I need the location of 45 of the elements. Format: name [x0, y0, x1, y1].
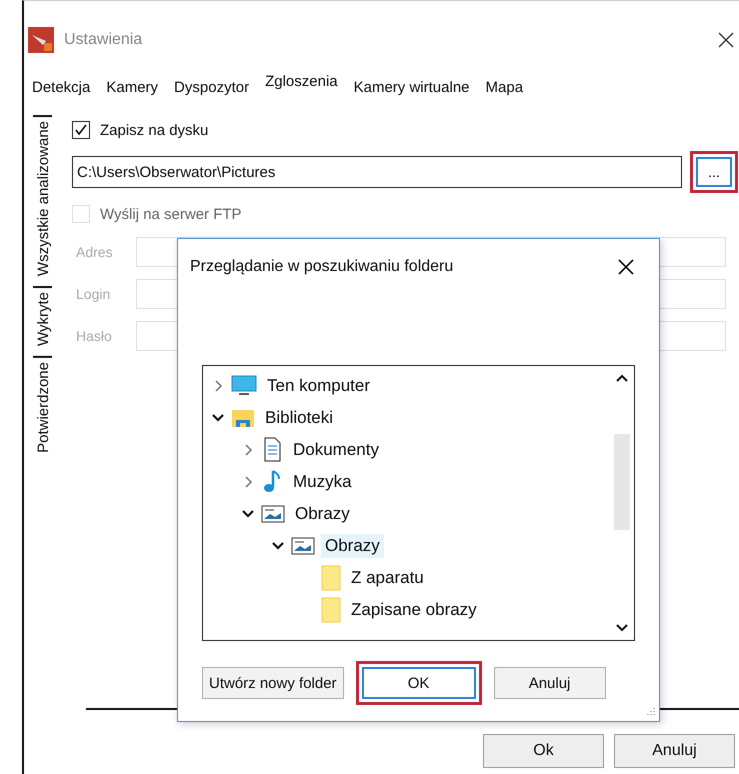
scroll-up-icon[interactable]	[616, 374, 628, 382]
vertical-tab[interactable]: Potwierdzone	[32, 356, 52, 457]
dialog-button[interactable]: OK	[362, 667, 476, 699]
picture-icon	[291, 536, 315, 556]
music-note-icon	[261, 469, 283, 495]
tree-item[interactable]: Obrazy	[291, 502, 354, 526]
folder-icon	[321, 597, 341, 623]
vertical-tab[interactable]: Wykryte	[32, 286, 52, 350]
dialog-button[interactable]: Anuluj	[494, 667, 606, 699]
close-icon[interactable]	[617, 258, 635, 276]
dialog-button[interactable]: Utwórz nowy folder	[202, 667, 344, 699]
field-label: Login	[76, 286, 112, 302]
checkbox-label: Wyślij na serwer FTP	[100, 206, 242, 222]
checkbox-label: Zapisz na dysku	[100, 122, 208, 138]
tab[interactable]: Mapa	[478, 74, 532, 96]
dialog-button[interactable]: Anuluj	[614, 734, 735, 768]
app-logo-icon	[28, 27, 54, 53]
field-label: Hasło	[76, 328, 113, 344]
computer-icon	[231, 375, 257, 397]
picture-icon	[261, 504, 285, 524]
scrollbar-thumb[interactable]	[614, 434, 630, 530]
tree-item[interactable]: Obrazy	[321, 534, 384, 558]
checkbox[interactable]	[72, 121, 90, 139]
tab[interactable]: Kamery wirtualne	[346, 74, 478, 96]
dialog-button[interactable]: Ok	[483, 734, 604, 768]
folder-icon	[321, 565, 341, 591]
window-title: Ustawienia	[64, 31, 144, 49]
tab[interactable]: Dyspozytor	[166, 74, 258, 96]
field-label: Adres	[76, 244, 114, 260]
tree-item[interactable]: Ten komputer	[263, 374, 374, 398]
close-icon[interactable]	[717, 31, 735, 49]
tab[interactable]: Kamery	[98, 74, 166, 96]
tree-item[interactable]: Zapisane obrazy	[347, 598, 481, 622]
vertical-tab[interactable]: Wszystkie analizowane	[32, 115, 52, 280]
scroll-down-icon[interactable]	[616, 624, 628, 632]
browse-button[interactable]: ...	[696, 157, 732, 187]
path-field[interactable]: C:\Users\Obserwator\Pictures	[72, 156, 682, 188]
tree-item[interactable]: Z aparatu	[347, 566, 428, 590]
tree-item[interactable]: Dokumenty	[289, 438, 383, 462]
resize-grip-icon[interactable]	[645, 707, 655, 717]
tree-item[interactable]: Muzyka	[289, 470, 356, 494]
library-icon	[231, 407, 255, 429]
tree-item[interactable]: Biblioteki	[261, 406, 338, 430]
dialog-title: Przeglądanie w poszukiwaniu folderu	[190, 258, 454, 276]
tab[interactable]: Detekcja	[24, 74, 98, 96]
